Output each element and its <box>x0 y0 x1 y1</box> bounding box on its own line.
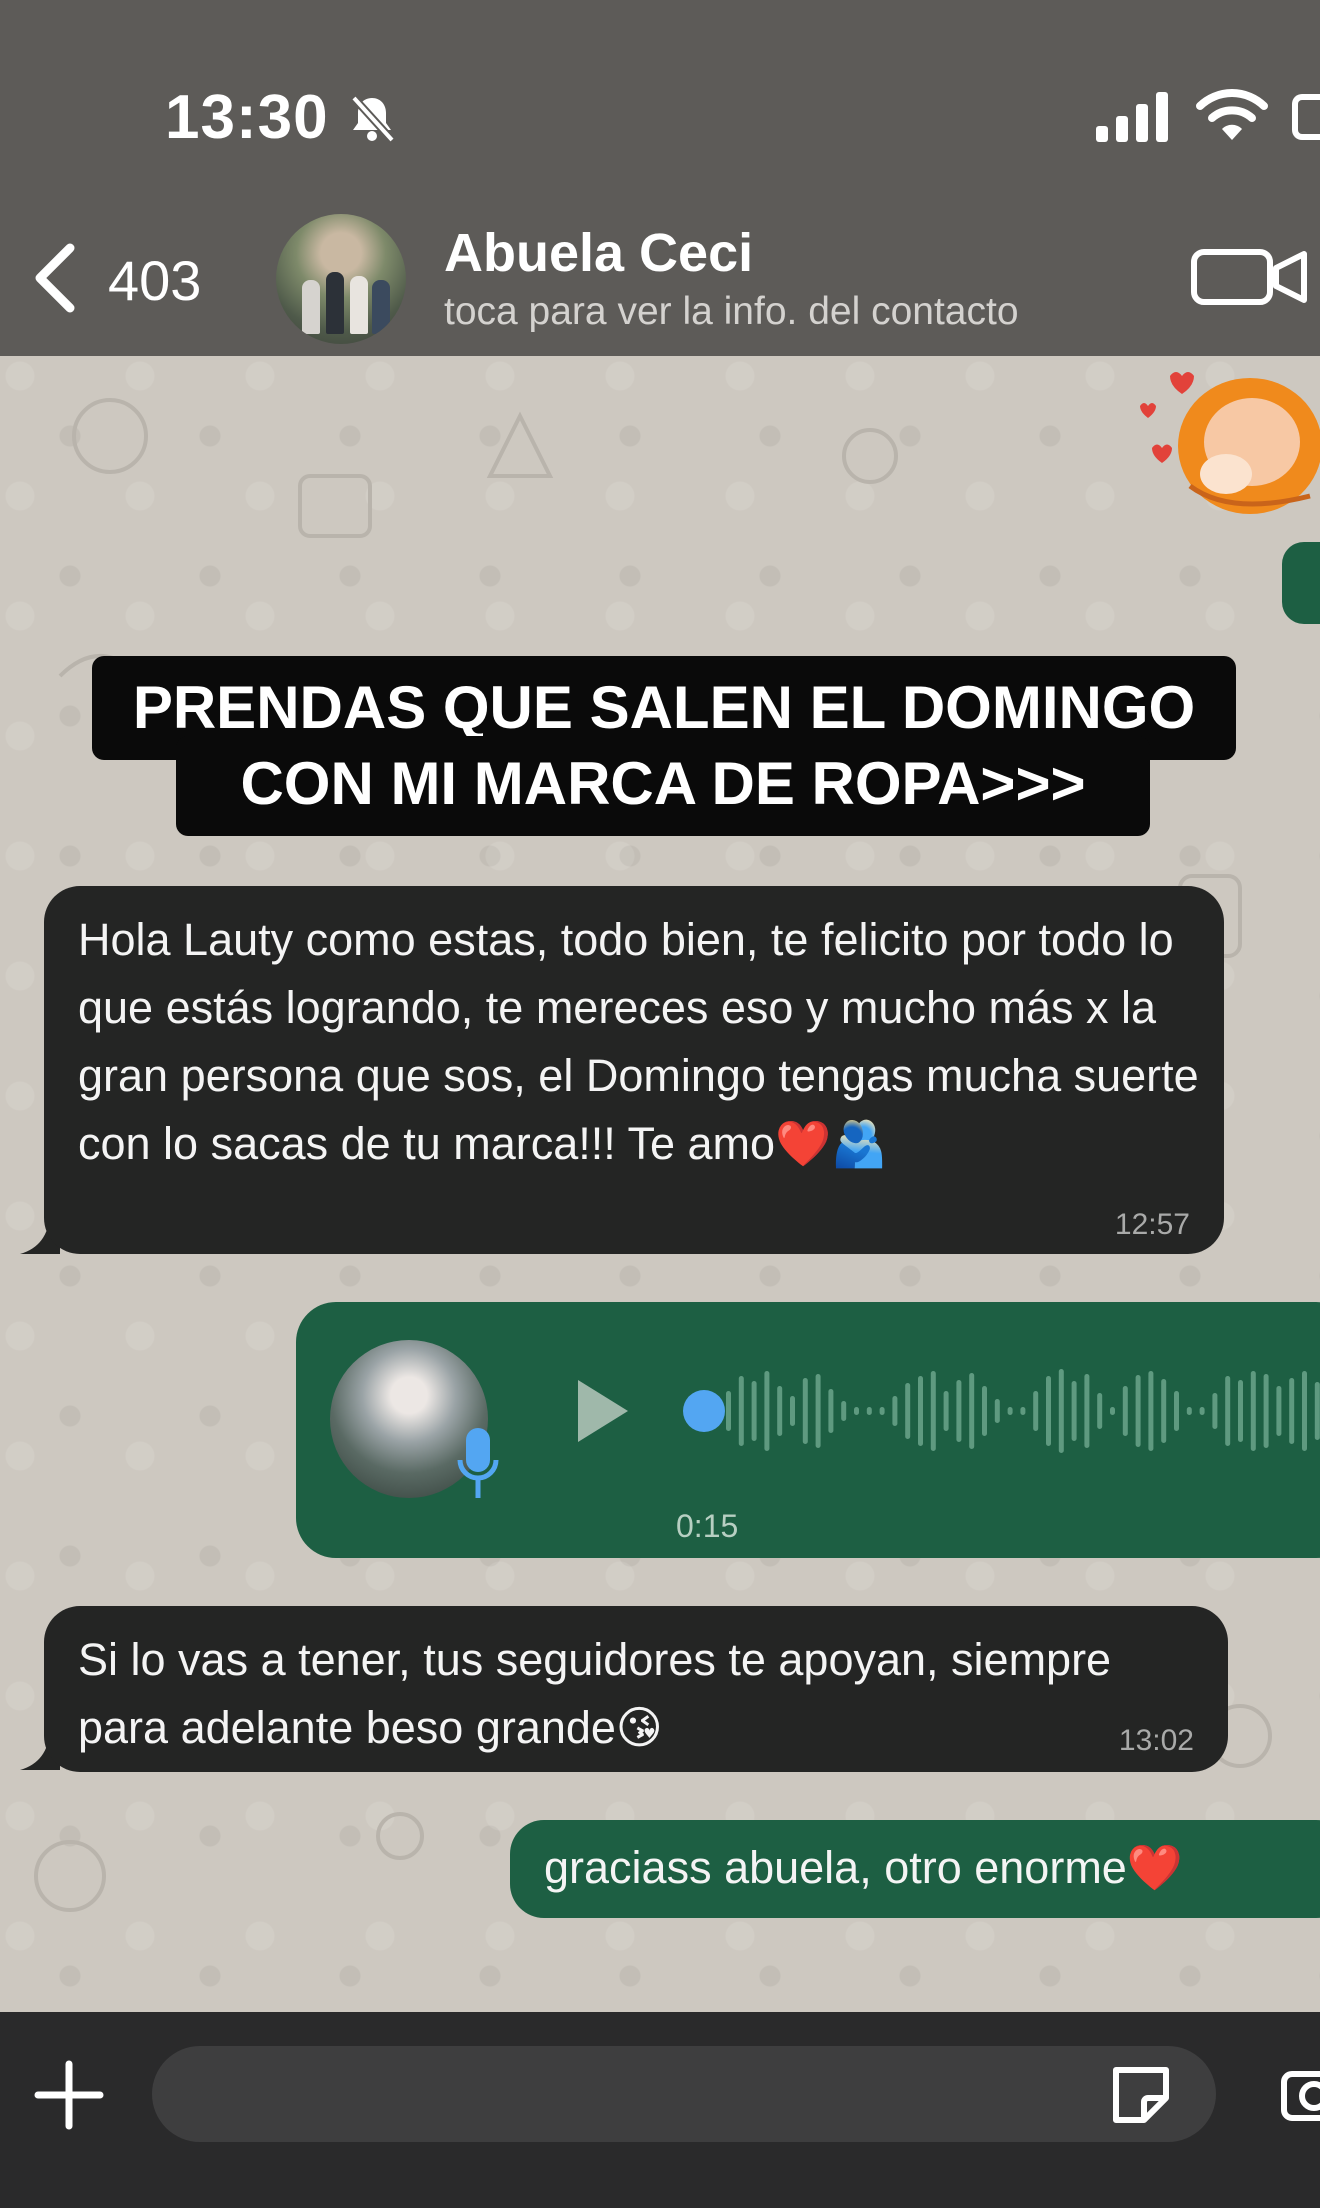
waveform-bar <box>866 1407 872 1415</box>
incoming-message[interactable]: Hola Lauty como estas, todo bien, te fel… <box>44 886 1224 1254</box>
waveform-bar <box>1148 1371 1154 1451</box>
camera-icon[interactable] <box>1280 2060 1320 2126</box>
playhead-dot[interactable] <box>683 1390 725 1432</box>
waveform-bar <box>892 1396 898 1426</box>
waveform-bar <box>879 1407 885 1415</box>
waveform-bar <box>1058 1369 1064 1453</box>
waveform-bar <box>751 1381 757 1441</box>
waveform-bar <box>1289 1378 1295 1444</box>
waveform-bar <box>930 1371 936 1451</box>
waveform-bar <box>1122 1386 1128 1436</box>
back-unread-count[interactable]: 403 <box>108 248 201 313</box>
waveform-bar <box>969 1373 975 1449</box>
cellular-signal-icon <box>1096 92 1168 142</box>
message-time: 12:57 <box>1114 1208 1190 1241</box>
waveform-bar <box>1186 1407 1192 1415</box>
waveform-bar <box>1020 1407 1026 1415</box>
voice-duration: 0:15 <box>676 1508 739 1544</box>
contact-info-hint[interactable]: toca para ver la info. del contacto <box>444 290 1019 334</box>
status-time: 13:30 <box>165 83 329 152</box>
outgoing-message[interactable]: graciass abuela, otro enorme❤️ <box>510 1820 1320 1918</box>
waveform-bar <box>1007 1407 1013 1415</box>
waveform-bar <box>764 1371 770 1451</box>
header-bar: 13:30 403 Abuela Ceci toca para ver la i… <box>0 0 1320 356</box>
waveform-bar <box>841 1401 847 1421</box>
waveform-bar <box>1135 1375 1141 1447</box>
waveform-bar <box>1071 1381 1077 1441</box>
waveform-bar <box>943 1391 949 1431</box>
sticker-icon[interactable] <box>1108 2062 1174 2128</box>
waveform-bar <box>905 1383 911 1439</box>
video-camera-icon[interactable] <box>1190 246 1314 308</box>
waveform-bar <box>738 1376 744 1446</box>
waveform-bar <box>982 1386 987 1436</box>
bell-slash-icon <box>351 95 395 143</box>
contact-name[interactable]: Abuela Ceci <box>444 222 753 284</box>
waveform-bar <box>815 1374 821 1448</box>
waveform-bar <box>956 1380 962 1442</box>
microphone-icon <box>457 1428 499 1498</box>
waveform-bar <box>1302 1371 1307 1451</box>
message-text: graciass abuela, otro enorme❤️ <box>544 1842 1183 1893</box>
voice-waveform[interactable] <box>682 1366 1320 1456</box>
waveform-bar <box>777 1386 783 1436</box>
message-input[interactable] <box>152 2046 1216 2142</box>
outgoing-bubble-partial <box>1282 542 1320 624</box>
waveform-bar <box>1046 1376 1051 1446</box>
waveform-bar <box>1161 1379 1167 1443</box>
waveform-bar <box>1110 1407 1115 1415</box>
waveform-bar <box>1225 1376 1231 1446</box>
waveform-bar <box>790 1396 795 1426</box>
waveform-bar <box>1033 1391 1039 1431</box>
waveform-bar <box>1199 1407 1205 1415</box>
waveform-bar <box>1314 1382 1320 1440</box>
waveform-bar <box>726 1391 731 1431</box>
waveform-bar <box>1250 1371 1256 1451</box>
waveform-bar <box>994 1399 1000 1423</box>
contact-avatar[interactable] <box>276 214 406 344</box>
waveform-bar <box>828 1389 834 1433</box>
message-time: 13:02 <box>1118 1724 1194 1757</box>
waveform-bar <box>1238 1380 1243 1442</box>
battery-icon <box>1292 94 1320 140</box>
waveform-bar <box>1276 1386 1282 1436</box>
wifi-icon <box>1196 89 1268 140</box>
incoming-message[interactable]: Si lo vas a tener, tus seguidores te apo… <box>44 1606 1228 1772</box>
message-text: Hola Lauty como estas, todo bien, te fel… <box>78 914 1199 1169</box>
caption-line-2: CON MI MARCA DE ROPA>>> <box>176 736 1150 836</box>
plus-icon[interactable] <box>34 2060 104 2130</box>
outgoing-voice-message[interactable]: 0:15 <box>296 1302 1320 1558</box>
waveform-bar <box>854 1407 859 1415</box>
chevron-left-icon[interactable] <box>26 240 86 316</box>
home-indicator-area <box>0 2170 1320 2208</box>
waveform-bar <box>802 1378 808 1444</box>
waveform-bar <box>1212 1393 1218 1429</box>
waveform-bar <box>1174 1391 1179 1431</box>
waveform-bar <box>1263 1374 1269 1448</box>
waveform-bar <box>918 1376 923 1446</box>
waveform-bar <box>1097 1393 1103 1429</box>
waveform-bar <box>1084 1374 1090 1448</box>
play-icon[interactable] <box>572 1376 632 1446</box>
sticker-image[interactable] <box>1130 356 1320 526</box>
message-text: Si lo vas a tener, tus seguidores te apo… <box>78 1634 1112 1753</box>
